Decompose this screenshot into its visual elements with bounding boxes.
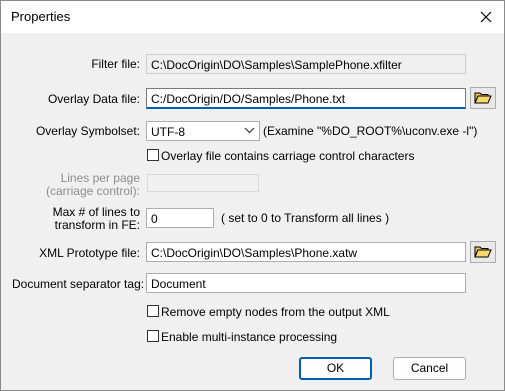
- symbolset-hint: (Examine "%DO_ROOT%\uconv.exe -l"): [263, 124, 478, 138]
- properties-dialog: Properties Filter file: C:\DocOrigin\DO\…: [0, 0, 505, 391]
- dialog-title: Properties: [11, 9, 71, 24]
- overlay-data-browse-button[interactable]: [470, 87, 496, 109]
- chevron-down-icon: [244, 127, 255, 134]
- doc-separator-label: Document separator tag:: [12, 277, 145, 291]
- doc-separator-input[interactable]: Document: [146, 273, 466, 293]
- xml-prototype-input[interactable]: C:\DocOrigin\DO\Samples\Phone.xatw: [146, 242, 466, 262]
- multi-instance-label: Enable multi-instance processing: [161, 330, 338, 344]
- xml-prototype-browse-button[interactable]: [470, 241, 496, 263]
- overlay-symbolset-value: UTF-8: [151, 125, 185, 139]
- cancel-button[interactable]: Cancel: [393, 357, 466, 380]
- folder-open-icon: [474, 92, 492, 104]
- max-lines-label-1: Max # of lines to: [52, 205, 140, 219]
- max-lines-input[interactable]: 0: [146, 208, 214, 228]
- max-lines-label-2: transform in FE:: [54, 218, 140, 232]
- remove-empty-checkbox[interactable]: [147, 305, 159, 317]
- remove-empty-label: Remove empty nodes from the output XML: [161, 305, 390, 319]
- title-bar: Properties: [1, 1, 504, 33]
- lines-per-page-input: [147, 174, 259, 192]
- overlay-data-file-input[interactable]: C:/DocOrigin/DO/Samples/Phone.txt: [146, 88, 466, 109]
- overlay-data-file-label: Overlay Data file:: [47, 92, 140, 106]
- max-lines-hint: ( set to 0 to Transform all lines ): [221, 211, 390, 225]
- lines-per-page-label-1: Lines per page: [60, 171, 140, 185]
- ok-button[interactable]: OK: [299, 357, 372, 380]
- xml-prototype-label: XML Prototype file:: [39, 246, 140, 260]
- filter-file-field[interactable]: C:\DocOrigin\DO\Samples\SamplePhone.xfil…: [146, 54, 466, 74]
- close-button[interactable]: [474, 5, 498, 29]
- carriage-control-checkbox[interactable]: [147, 149, 159, 161]
- lines-per-page-label-2: (carriage control):: [45, 184, 140, 198]
- overlay-symbolset-select[interactable]: UTF-8: [146, 121, 260, 141]
- carriage-control-label: Overlay file contains carriage control c…: [161, 149, 415, 163]
- close-icon: [480, 11, 492, 23]
- folder-open-icon: [474, 246, 492, 258]
- overlay-symbolset-label: Overlay Symbolset:: [35, 124, 140, 138]
- multi-instance-checkbox[interactable]: [147, 330, 159, 342]
- filter-file-label: Filter file:: [91, 57, 140, 71]
